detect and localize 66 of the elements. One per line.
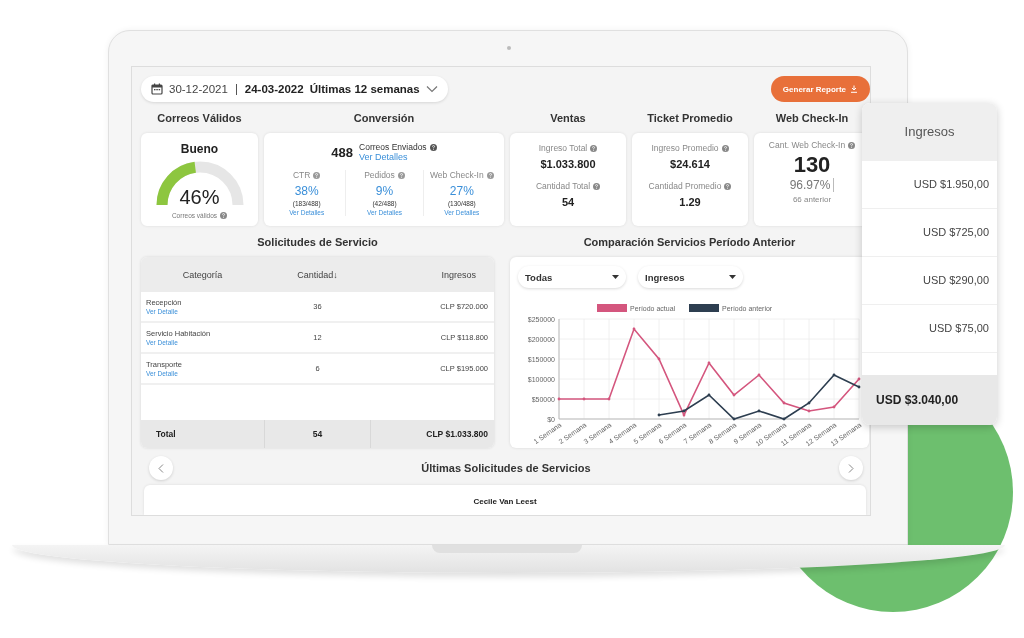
checkin-count: 130	[793, 152, 831, 178]
metric-value: 27%	[449, 184, 474, 198]
chevron-left-icon	[158, 463, 164, 473]
metric-label: Ingreso Promedio	[651, 143, 719, 153]
metric-label: Cantidad Total	[535, 181, 591, 191]
help-icon[interactable]	[590, 144, 598, 152]
help-icon[interactable]	[593, 182, 601, 190]
section-title: Comparación Servicios Período Anterior	[582, 236, 797, 248]
chevron-down-icon	[425, 85, 438, 93]
total-cell: 54	[264, 420, 371, 448]
date-range-selector[interactable]: 30-12-2021 24-03-2022 Últimas 12 semanas	[141, 76, 448, 102]
help-icon[interactable]	[848, 141, 856, 149]
section-title: Web Check-In	[774, 112, 850, 124]
caret-down-icon	[612, 275, 619, 279]
end-date: 24-03-2022	[244, 83, 304, 95]
camera-dot	[507, 46, 511, 50]
metric-value: $24.614	[670, 158, 710, 170]
section-title: Ventas	[549, 112, 587, 124]
calendar-icon	[151, 83, 163, 95]
section-title: Solicitudes de Servicio	[256, 236, 379, 248]
income-value: USD $75,00	[862, 305, 997, 353]
filter-dropdown[interactable]: Ingresos	[638, 266, 743, 288]
metric-value: 9%	[375, 184, 394, 198]
column-header[interactable]: Cantidad↓	[264, 269, 371, 280]
chevron-right-icon	[848, 463, 854, 473]
section-title: Últimas Solicitudes de Servicios	[421, 462, 591, 474]
metric-value: 38%	[294, 184, 319, 198]
income-value: USD $290,00	[862, 257, 997, 305]
checkin-percent: 96.97%	[789, 178, 835, 192]
metric-label: Correos Enviados	[359, 142, 427, 152]
metric-label: Pedidos	[364, 170, 395, 180]
help-icon[interactable]	[220, 212, 228, 219]
metric-label: Cantidad Promedio	[648, 181, 722, 191]
column-header[interactable]: Categoría	[141, 269, 264, 280]
panel-header: Ingresos	[862, 103, 997, 161]
section-title: Ticket Promedio	[646, 112, 734, 124]
metric-value: $1.033.800	[540, 158, 596, 170]
emails-sent-count: 488	[331, 144, 354, 160]
caret-down-icon	[729, 275, 736, 279]
metric-value: 54	[561, 196, 575, 208]
period-label: Últimas 12 semanas	[309, 83, 420, 95]
help-icon[interactable]	[721, 144, 729, 152]
guest-name: Cecile Van Leest	[473, 497, 537, 508]
column-header[interactable]: Ingresos	[371, 269, 494, 280]
help-icon[interactable]	[724, 182, 732, 190]
section-title: Correos Válidos	[156, 112, 243, 124]
generate-report-button[interactable]: Generar Reporte	[770, 76, 870, 102]
previous-count: 66 anterior	[792, 195, 832, 204]
filter-dropdown[interactable]: Todas	[518, 266, 626, 288]
metric-value: 1.29	[679, 196, 701, 208]
income-value: USD $725,00	[862, 209, 997, 257]
metric-label: Web Check-In	[429, 170, 484, 180]
metric-label: Cant. Web Check-In	[768, 140, 846, 150]
total-cell-text: Total	[155, 428, 177, 441]
metric-label: CTR	[292, 170, 311, 180]
total-cell-text: CLP $1.033.800	[425, 428, 489, 441]
start-date: 30-12-2021	[169, 83, 228, 95]
gauge-label: Bueno	[180, 142, 219, 156]
section-title: Conversión	[352, 112, 416, 124]
help-icon[interactable]	[429, 143, 437, 151]
download-icon	[850, 85, 858, 93]
income-value: USD $1.950,00	[862, 161, 997, 209]
details-link[interactable]: Ver Detalles	[359, 152, 437, 162]
gauge-value: 46%	[178, 186, 221, 209]
metric-label: Ingreso Total	[538, 143, 588, 153]
income-total: USD $3.040,00	[862, 375, 997, 425]
